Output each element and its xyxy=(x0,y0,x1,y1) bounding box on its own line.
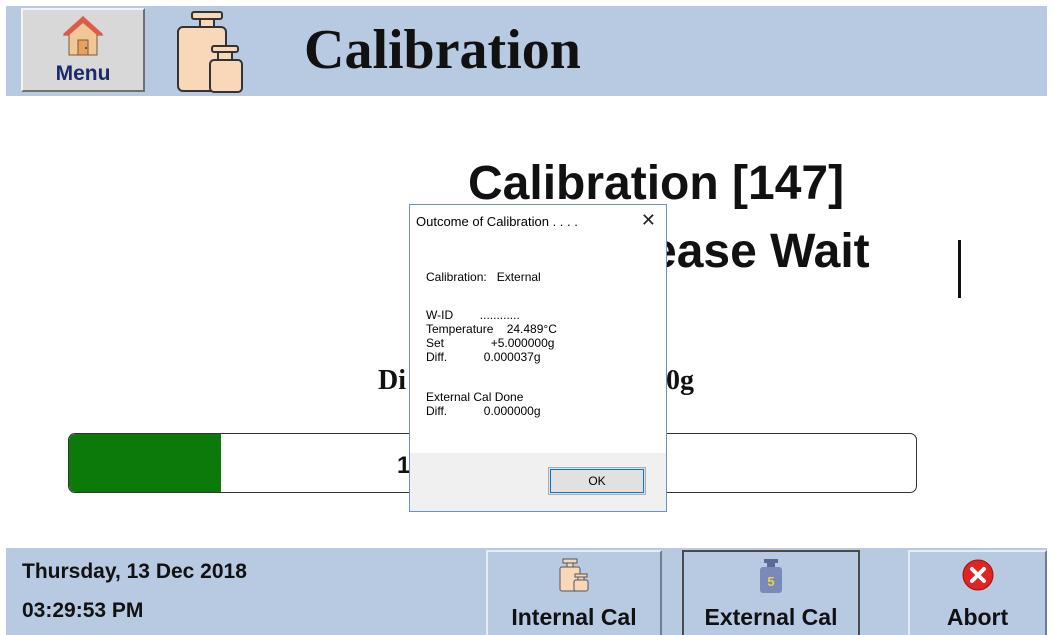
menu-label: Menu xyxy=(55,62,111,85)
dialog-title: Outcome of Calibration . . . . xyxy=(416,214,578,229)
close-icon[interactable]: ✕ xyxy=(641,210,656,231)
internal-cal-label: Internal Cal xyxy=(511,604,637,630)
date-display: Thursday, 13 Dec 2018 xyxy=(22,560,247,583)
difference-line: Diff. 0.000037g xyxy=(426,350,541,364)
calibration-weights-icon xyxy=(170,10,252,99)
weight-id-line: W-ID ............ xyxy=(426,308,520,322)
header-bar: Menu Calibration xyxy=(6,6,1047,96)
abort-button[interactable]: Abort xyxy=(908,550,1047,635)
calibration-status-text: Calibration [147] xyxy=(468,157,845,210)
cal-done-line: External Cal Done xyxy=(426,390,524,404)
page-title: Calibration xyxy=(304,19,581,81)
calibration-type-line: Calibration: External xyxy=(426,270,541,284)
abort-label: Abort xyxy=(946,604,1009,630)
menu-button[interactable]: Menu xyxy=(21,8,145,92)
time-display: 03:29:53 PM xyxy=(22,599,144,622)
external-cal-button[interactable]: 5 External Cal xyxy=(682,550,860,635)
difference-value-fragment: 0g xyxy=(666,365,694,396)
dialog-body: Calibration: External W-ID ............ … xyxy=(410,237,666,453)
footer-bar: Thursday, 13 Dec 2018 03:29:53 PM Intern… xyxy=(6,548,1047,635)
set-weight-line: Set +5.000000g xyxy=(426,336,555,350)
difference-label-fragment: Di xyxy=(378,365,406,396)
house-icon xyxy=(61,14,105,63)
temperature-line: Temperature 24.489°C xyxy=(426,322,557,336)
ok-button[interactable]: OK xyxy=(548,467,646,495)
dialog-titlebar: Outcome of Calibration . . . . ✕ xyxy=(410,205,666,237)
please-wait-text: ease Wait xyxy=(650,225,870,278)
abort-icon xyxy=(961,558,995,597)
progress-fill xyxy=(69,434,222,492)
calibration-outcome-dialog: Outcome of Calibration . . . . ✕ Calibra… xyxy=(409,204,667,512)
external-weight-icon: 5 xyxy=(758,558,784,599)
internal-cal-button[interactable]: Internal Cal xyxy=(486,550,662,635)
text-cursor xyxy=(958,240,961,298)
internal-weights-icon xyxy=(559,558,589,597)
external-cal-label: External Cal xyxy=(704,604,838,630)
final-difference-line: Diff. 0.000000g xyxy=(426,404,541,418)
weight-number: 5 xyxy=(767,574,774,589)
